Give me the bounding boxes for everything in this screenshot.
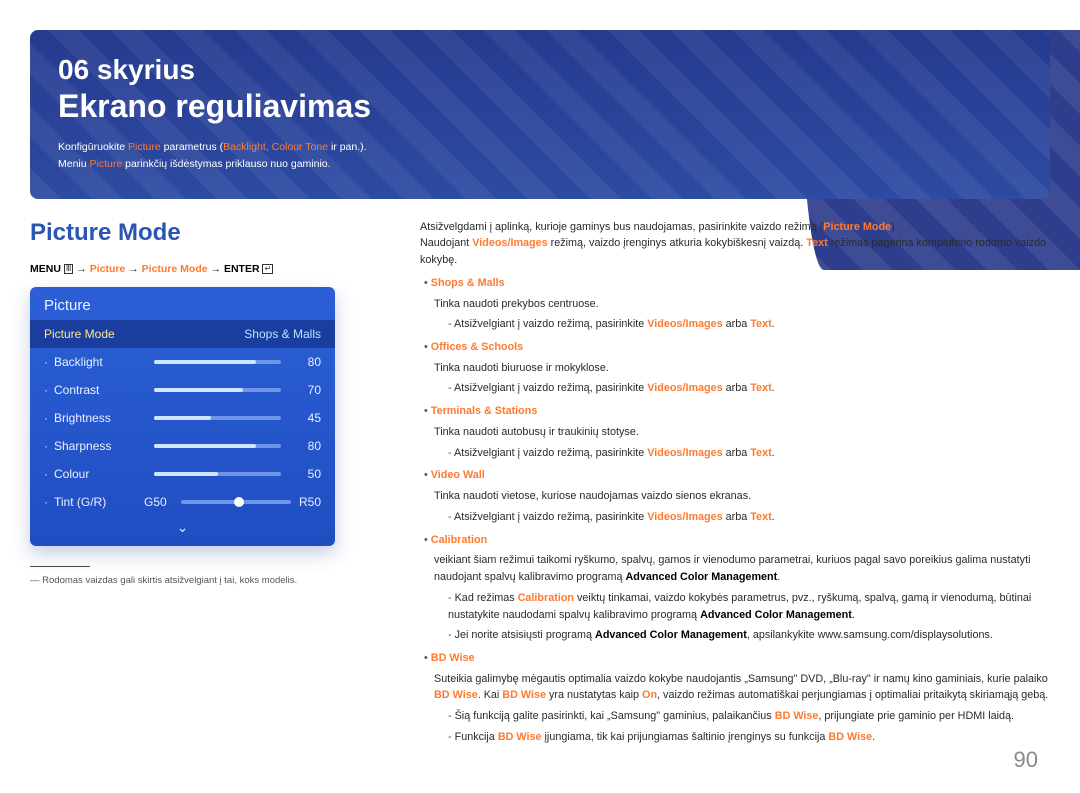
panel-title: Picture	[30, 287, 335, 320]
backlight-row[interactable]: ·Backlight 80	[30, 348, 335, 376]
mode-label: Picture Mode	[44, 327, 115, 341]
contrast-slider[interactable]	[154, 388, 281, 392]
picture-panel: Picture Picture Mode Shops & Malls ·Back…	[30, 287, 335, 546]
tint-row[interactable]: · Tint (G/R) G50 R50	[30, 488, 335, 513]
chapter-number: 06 skyrius	[58, 54, 1022, 86]
page-number: 90	[1014, 747, 1038, 773]
colour-slider[interactable]	[154, 472, 281, 476]
sharpness-slider[interactable]	[154, 444, 281, 448]
chapter-intro: Konfigūruokite Picture parametrus (Backl…	[58, 139, 1022, 173]
footnote: ― Rodomas vaizdas gali skirtis atsižvelg…	[30, 575, 392, 586]
chapter-header: 06 skyrius Ekrano reguliavimas Konfigūru…	[30, 30, 1050, 199]
brightness-slider[interactable]	[154, 416, 281, 420]
tint-slider[interactable]	[181, 500, 291, 504]
chevron-down-icon[interactable]: ⌄	[30, 513, 335, 546]
description-text: Atsižvelgdami į aplinką, kurioje gaminys…	[420, 219, 1050, 750]
contrast-row[interactable]: ·Contrast 70	[30, 376, 335, 404]
sharpness-row[interactable]: ·Sharpness 80	[30, 432, 335, 460]
backlight-slider[interactable]	[154, 360, 281, 364]
brightness-row[interactable]: ·Brightness 45	[30, 404, 335, 432]
enter-icon: ↵	[262, 264, 273, 274]
menu-icon: Ⅲ	[64, 264, 74, 274]
chapter-title: Ekrano reguliavimas	[58, 88, 1022, 125]
picture-mode-row[interactable]: Picture Mode Shops & Malls	[30, 320, 335, 348]
mode-value: Shops & Malls	[244, 327, 321, 341]
menu-path: MENU Ⅲ → Picture → Picture Mode → ENTER …	[30, 263, 392, 275]
divider	[30, 566, 90, 567]
section-title: Picture Mode	[30, 219, 392, 247]
colour-row[interactable]: ·Colour 50	[30, 460, 335, 488]
